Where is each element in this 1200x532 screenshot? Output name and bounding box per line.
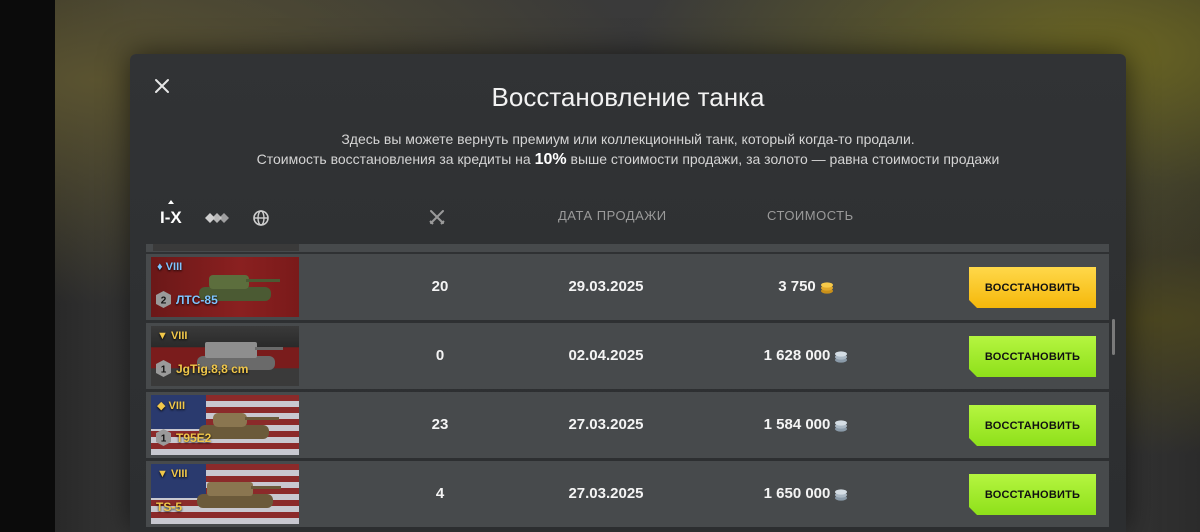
silver-credits-icon	[835, 419, 848, 432]
tank-list: ♦ VIII 2 ЛТС-85 20 29.03.2025 3 750 ВОСС…	[146, 244, 1109, 530]
mastery-badge-icon: 2	[156, 291, 171, 308]
tank-name: TS-5	[156, 500, 183, 514]
restore-cost: 1 650 000	[746, 461, 866, 527]
restore-button[interactable]: ВОССТАНОВИТЬ	[969, 267, 1096, 308]
sale-date-column-header[interactable]: ДАТА ПРОДАЖИ	[558, 208, 667, 223]
tank-card[interactable]: ▼ VIII TS-5	[151, 464, 299, 524]
restore-button[interactable]: ВОССТАНОВИТЬ	[969, 336, 1096, 377]
battles-count: 20	[431, 278, 449, 295]
tank-card-partial	[153, 244, 299, 251]
cost-value: 1 584 000	[763, 416, 831, 433]
tier-filter[interactable]: I-X	[160, 200, 182, 228]
svg-text:1: 1	[161, 365, 167, 376]
battles-column-header[interactable]	[428, 208, 446, 229]
sale-date: 29.03.2025	[568, 278, 644, 295]
dialog-description: Здесь вы можете вернуть премиум или колл…	[130, 129, 1126, 170]
list-item: ▼ VIII TS-5 4 27.03.2025 1 650 000 ВОССТ…	[146, 461, 1109, 527]
tier-filter-label: I-X	[160, 208, 182, 227]
tank-name: JgTig.8,8 cm	[176, 362, 249, 376]
gold-coins-icon	[820, 281, 833, 294]
filter-bar: I-X	[160, 200, 292, 230]
description-line-2: Стоимость восстановления за кредиты на 1…	[130, 149, 1126, 170]
list-item: ♦ VIII 2 ЛТС-85 20 29.03.2025 3 750 ВОСС…	[146, 254, 1109, 320]
silver-credits-icon	[835, 488, 848, 501]
description-text: выше стоимости продажи, за золото — равн…	[566, 151, 1000, 167]
restore-cost: 1 628 000	[746, 323, 866, 389]
description-text: Стоимость восстановления за кредиты на	[256, 151, 535, 167]
globe-icon	[252, 210, 269, 226]
cost-value: 1 650 000	[763, 485, 831, 502]
list-item: ◆ VIII 1 T95E2 23 27.03.2025 1 584 000 В…	[146, 392, 1109, 458]
sale-date: 02.04.2025	[568, 347, 644, 364]
sale-date: 27.03.2025	[568, 416, 644, 433]
battles-count: 0	[435, 347, 445, 364]
dialog-title: Восстановление танка	[491, 82, 765, 112]
svg-text:2: 2	[161, 296, 167, 307]
sort-caret-icon	[167, 200, 174, 204]
description-percent: 10%	[534, 151, 567, 168]
restore-cost: 3 750	[746, 254, 866, 320]
crossed-swords-icon	[429, 210, 445, 225]
tank-tier: ▼ VIII	[157, 330, 188, 342]
left-edge-strip	[0, 0, 55, 532]
cost-value: 1 628 000	[763, 347, 831, 364]
tank-tier: ▼ VIII	[157, 468, 188, 480]
sale-date: 27.03.2025	[568, 485, 644, 502]
mastery-badge-icon: 1	[156, 360, 171, 377]
tank-name: ЛТС-85	[176, 293, 218, 307]
cost-value: 3 750	[778, 278, 816, 295]
restore-button[interactable]: ВОССТАНОВИТЬ	[969, 474, 1096, 515]
vehicle-type-filter[interactable]	[204, 210, 230, 226]
tank-tier: ◆ VIII	[157, 400, 186, 412]
cost-column-header[interactable]: СТОИМОСТЬ	[767, 208, 854, 223]
scrollbar[interactable]	[1112, 319, 1115, 355]
description-line-1: Здесь вы можете вернуть премиум или колл…	[341, 131, 915, 147]
svg-text:1: 1	[161, 434, 167, 445]
list-item-partial	[146, 244, 1109, 252]
tank-tier: ♦ VIII	[157, 261, 183, 273]
restore-button[interactable]: ВОССТАНОВИТЬ	[969, 405, 1096, 446]
tank-image	[197, 482, 281, 508]
tank-name: T95E2	[176, 431, 212, 445]
nation-filter[interactable]	[252, 209, 270, 227]
battles-count: 4	[435, 485, 445, 502]
list-item: ▼ VIII 1 JgTig.8,8 cm 0 02.04.2025 1 628…	[146, 323, 1109, 389]
silver-credits-icon	[835, 350, 848, 363]
restore-cost: 1 584 000	[746, 392, 866, 458]
tank-card[interactable]: ◆ VIII 1 T95E2	[151, 395, 299, 455]
battles-count: 23	[431, 416, 449, 433]
tank-card[interactable]: ♦ VIII 2 ЛТС-85	[151, 257, 299, 317]
mastery-badge-icon: 1	[156, 429, 171, 446]
tank-card[interactable]: ▼ VIII 1 JgTig.8,8 cm	[151, 326, 299, 386]
restore-tank-dialog: Восстановление танка Здесь вы можете вер…	[130, 54, 1126, 532]
vehicle-types-icon	[204, 213, 229, 223]
